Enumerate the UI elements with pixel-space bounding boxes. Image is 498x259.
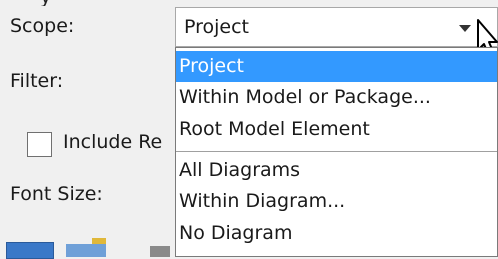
scope-combobox[interactable]: Project [175, 7, 498, 47]
dropdown-item-within-model-or-package[interactable]: Within Model or Package... [176, 82, 497, 113]
document-icon[interactable] [150, 246, 170, 257]
diagram-view-icon[interactable] [6, 242, 54, 259]
dropdown-item-all-diagrams[interactable]: All Diagrams [176, 155, 497, 186]
folder-tab-icon [92, 238, 106, 244]
bottom-toolbar [0, 238, 175, 259]
dropdown-item-root-model-element[interactable]: Root Model Element [176, 114, 497, 145]
dropdown-item-within-diagram[interactable]: Within Diagram... [176, 186, 497, 217]
dropdown-item-project[interactable]: Project [176, 51, 497, 82]
include-checkbox[interactable] [27, 132, 52, 157]
clipped-top-text: y [0, 0, 498, 6]
dropdown-separator [176, 151, 497, 152]
dropdown-item-no-diagram[interactable]: No Diagram [176, 218, 497, 249]
scope-dropdown-list: Project Within Model or Package... Root … [175, 47, 498, 257]
scope-label: Scope: [10, 15, 75, 37]
scope-combobox-value: Project [184, 16, 250, 38]
folder-icon[interactable] [66, 244, 106, 257]
font-size-label: Font Size: [10, 183, 103, 205]
filter-label: Filter: [10, 70, 64, 92]
include-checkbox-label: Include Re [63, 131, 163, 153]
